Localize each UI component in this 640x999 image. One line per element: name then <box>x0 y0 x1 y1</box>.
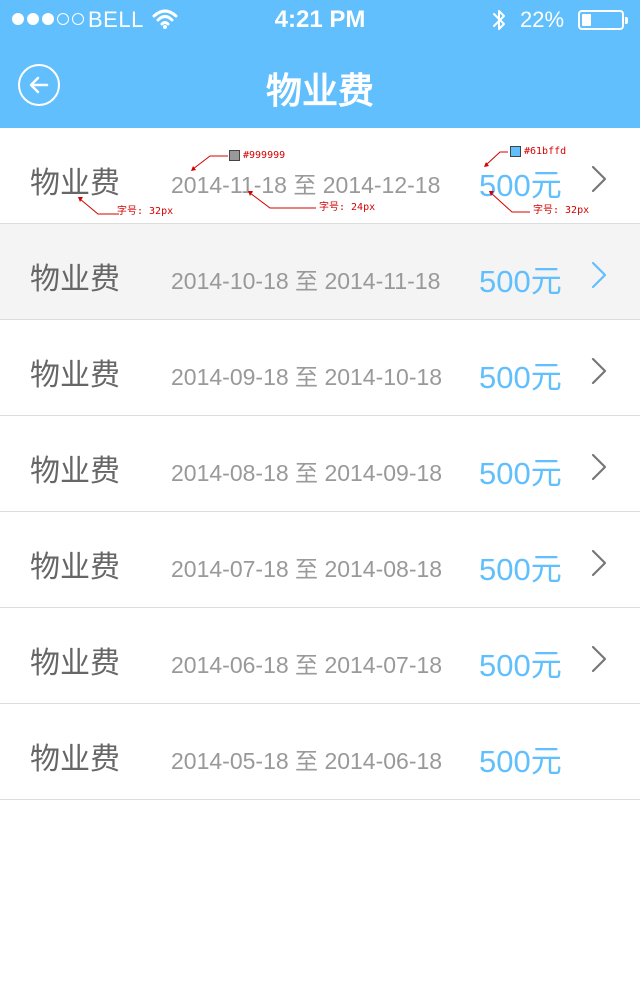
fee-item-title: 物业费 <box>30 742 120 777</box>
fee-item-period: 2014-08-18 至 2014-09-18 <box>171 460 443 486</box>
chevron-right-icon <box>590 165 608 197</box>
fee-item-period: 2014-06-18 至 2014-07-18 <box>171 652 443 678</box>
fee-item-amount: 500元 <box>479 552 562 587</box>
fee-list-item[interactable]: 物业费 2014-07-18 至 2014-08-18 500元 <box>0 512 640 608</box>
chevron-right-icon <box>590 549 608 581</box>
page-title: 物业费 <box>265 71 374 112</box>
annotation-amount-color: #61bffd <box>524 146 567 157</box>
battery-percentage: 22% <box>520 7 565 32</box>
annotation-amount-font: 字号: 32px <box>533 205 590 216</box>
color-swatch-gray-icon <box>229 150 240 161</box>
fee-item-period: 2014-11-18 至 2014-12-18 <box>171 172 441 198</box>
fee-list-item[interactable]: 物业费 2014-05-18 至 2014-06-18 500元 <box>0 704 640 800</box>
fee-item-title: 物业费 <box>30 166 120 201</box>
fee-list-item[interactable]: 物业费 2014-09-18 至 2014-10-18 500元 <box>0 320 640 416</box>
fee-item-amount: 500元 <box>479 264 562 299</box>
fee-item-title: 物业费 <box>30 262 120 297</box>
chevron-right-icon <box>590 645 608 677</box>
fee-item-period: 2014-09-18 至 2014-10-18 <box>171 364 443 390</box>
fee-item-title: 物业费 <box>30 358 120 393</box>
chevron-right-icon <box>590 453 608 485</box>
bluetooth-icon <box>490 8 508 36</box>
fee-item-amount: 500元 <box>479 360 562 395</box>
annotation-date-font: 字号: 24px <box>319 202 376 213</box>
fee-list-item[interactable]: 物业费 2014-08-18 至 2014-09-18 500元 <box>0 416 640 512</box>
fee-item-period: 2014-07-18 至 2014-08-18 <box>171 556 443 582</box>
annotation-title-font: 字号: 32px <box>117 206 174 217</box>
fee-list-item[interactable]: 物业费 2014-10-18 至 2014-11-18 500元 <box>0 224 640 320</box>
fee-item-period: 2014-10-18 至 2014-11-18 <box>171 268 441 294</box>
fee-item-amount: 500元 <box>479 456 562 491</box>
fee-item-amount: 500元 <box>479 744 562 779</box>
fee-list-item[interactable]: 物业费 2014-06-18 至 2014-07-18 500元 <box>0 608 640 704</box>
fee-list: 物业费 2014-11-18 至 2014-12-18 500元 物业费 201… <box>0 128 640 800</box>
battery-icon <box>578 10 628 30</box>
fee-item-amount: 500元 <box>479 648 562 683</box>
fee-item-period: 2014-05-18 至 2014-06-18 <box>171 748 443 774</box>
chevron-right-icon <box>590 261 608 293</box>
fee-item-title: 物业费 <box>30 646 120 681</box>
fee-item-title: 物业费 <box>30 550 120 585</box>
status-bar: BELL 4:21 PM 22% <box>0 0 640 40</box>
app-header: BELL 4:21 PM 22% 物业费 <box>0 0 640 128</box>
annotation-date-color: #999999 <box>243 150 286 161</box>
color-swatch-blue-icon <box>510 146 521 157</box>
fee-item-amount: 500元 <box>479 168 562 203</box>
fee-item-title: 物业费 <box>30 454 120 489</box>
chevron-right-icon <box>590 357 608 389</box>
